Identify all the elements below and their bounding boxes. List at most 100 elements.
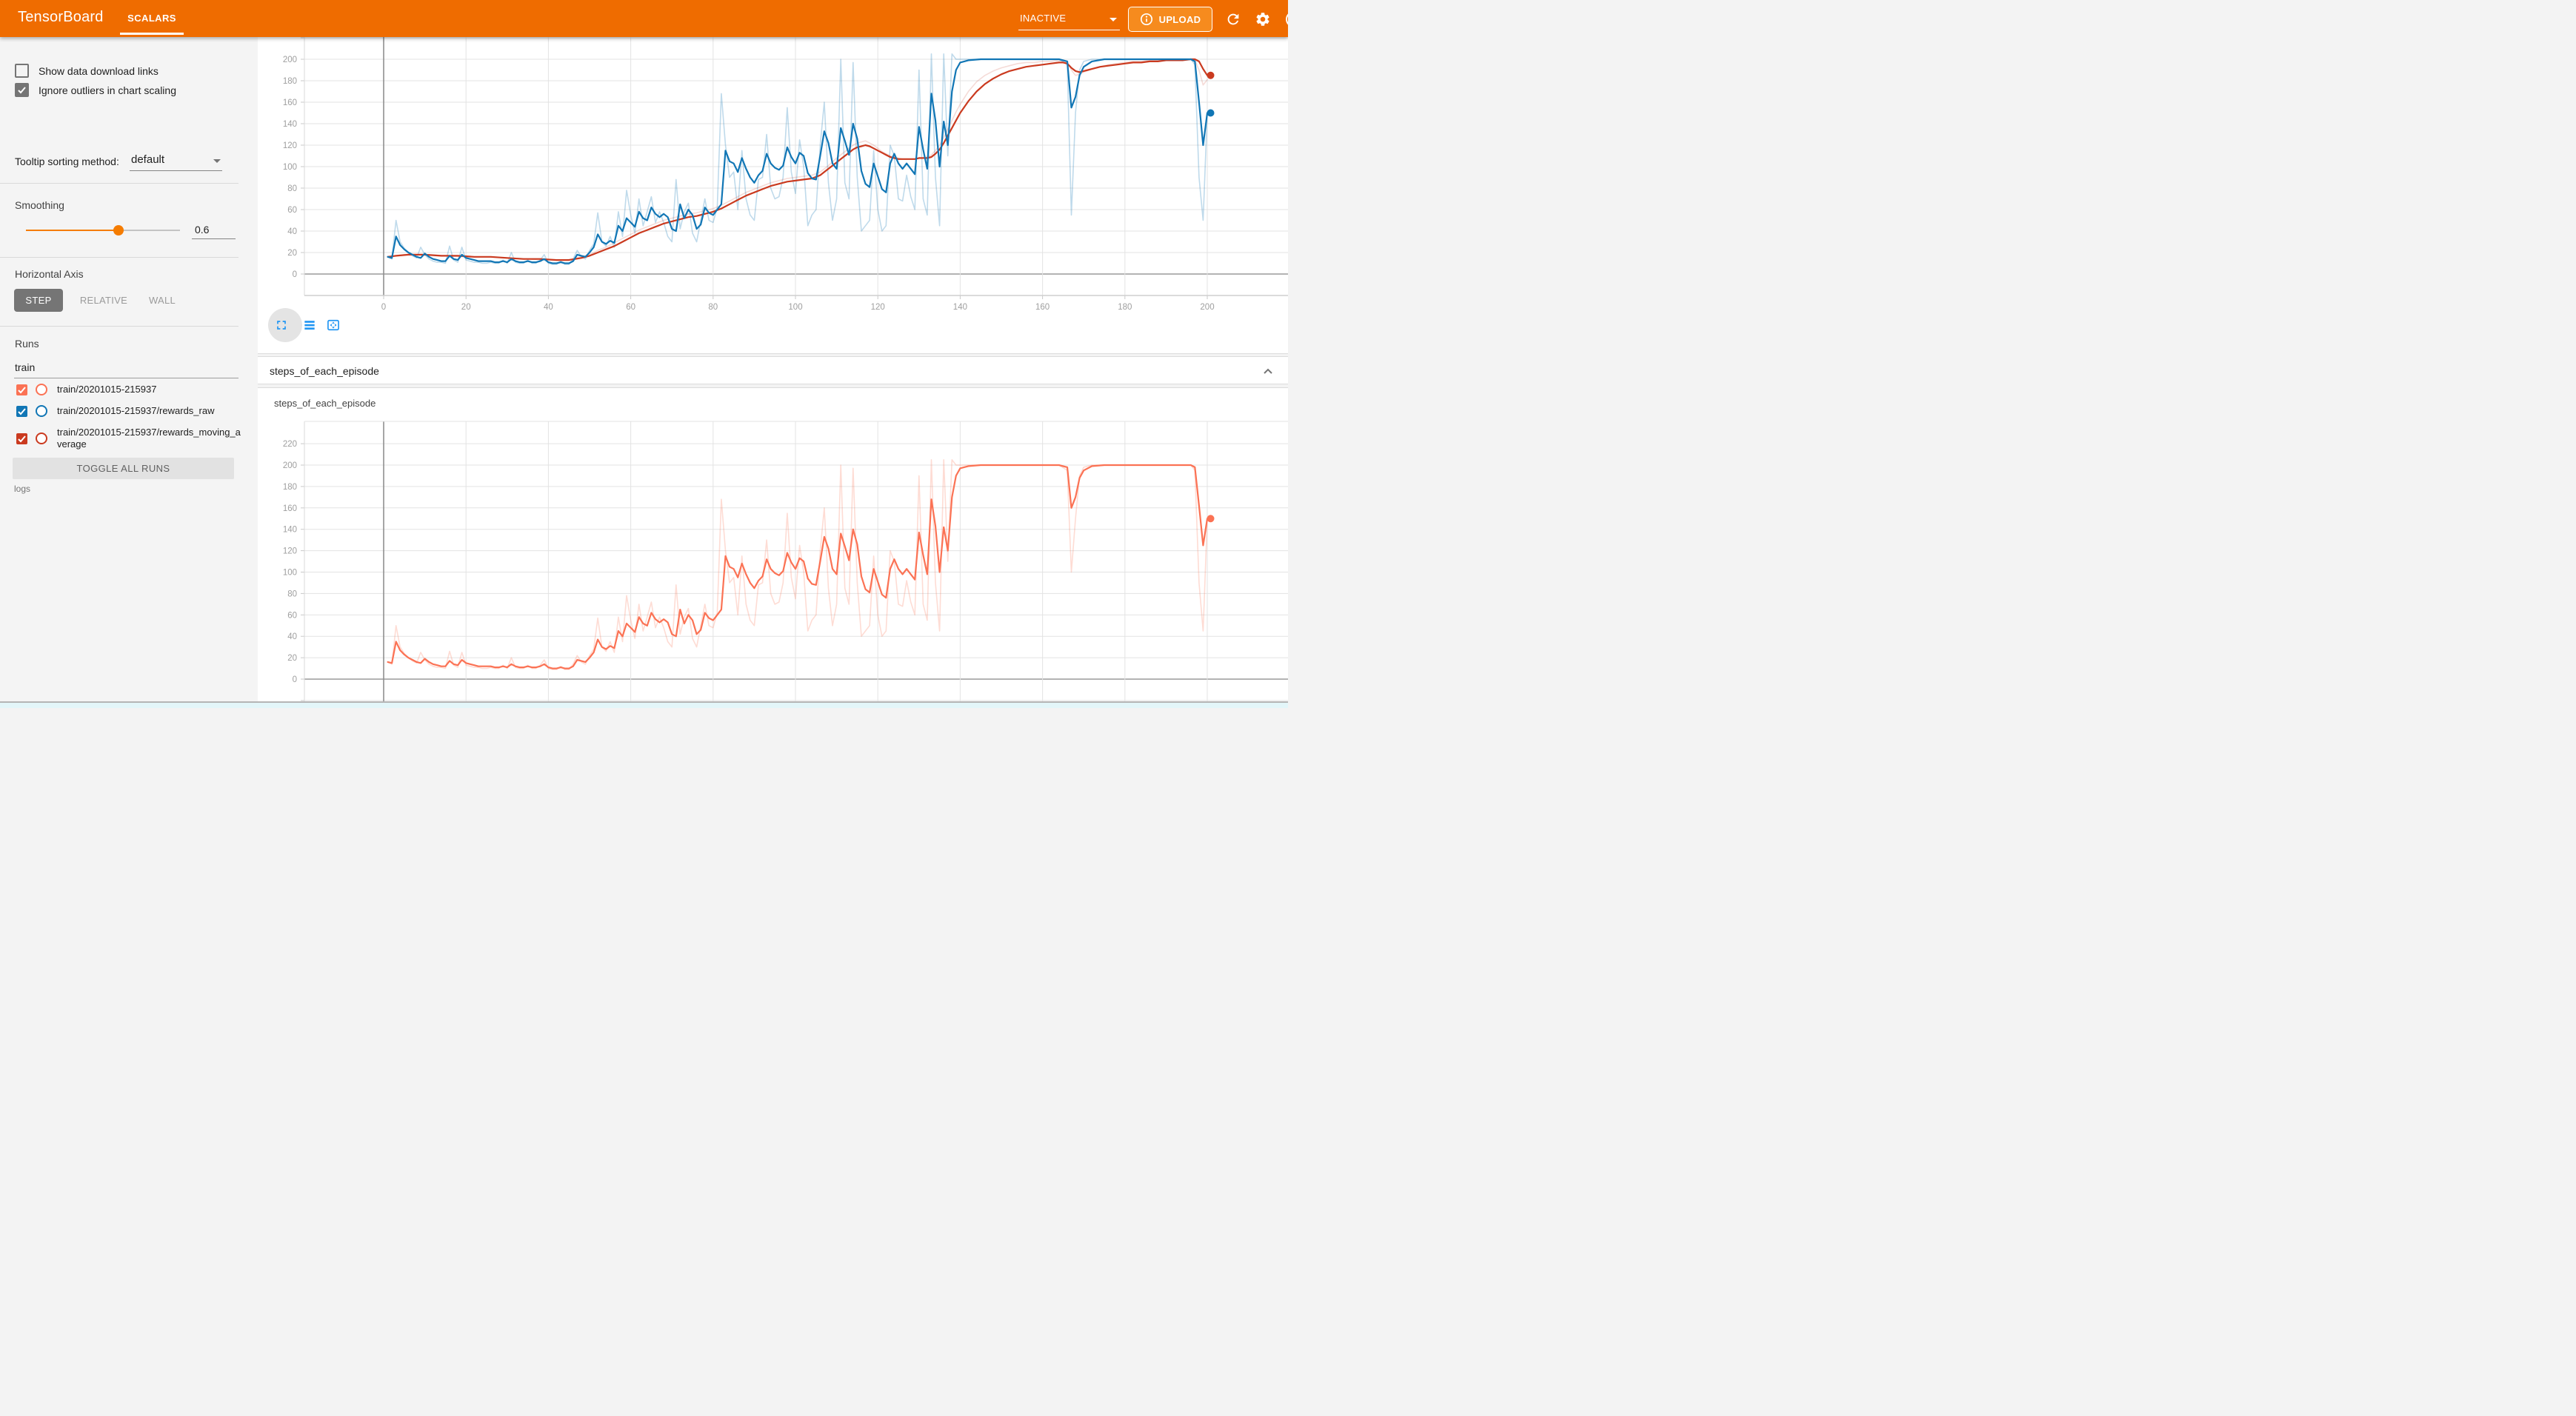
- axis-button-step[interactable]: STEP: [14, 289, 63, 312]
- section-header-card[interactable]: steps_of_each_episode: [258, 356, 1288, 384]
- checkbox-ignore-outliers[interactable]: Ignore outliers in chart scaling: [15, 83, 176, 97]
- runs-filter-input[interactable]: train: [14, 357, 238, 378]
- svg-text:140: 140: [953, 303, 967, 312]
- section-title: steps_of_each_episode: [270, 365, 379, 377]
- smoothing-slider[interactable]: [26, 225, 180, 236]
- svg-text:120: 120: [871, 303, 885, 312]
- run-color-radio[interactable]: [36, 405, 47, 417]
- run-item[interactable]: train/20201015-215937/rewards_moving_ave…: [16, 427, 253, 450]
- svg-text:80: 80: [708, 303, 718, 312]
- svg-text:20: 20: [287, 654, 297, 663]
- tensorboard-app: TensorBoard SCALARS INACTIVE UPLOAD: [0, 0, 1288, 708]
- svg-text:100: 100: [283, 569, 297, 578]
- svg-text:200: 200: [283, 56, 297, 64]
- axis-button-wall[interactable]: WALL: [140, 289, 184, 312]
- run-item[interactable]: train/20201015-215937/rewards_raw: [16, 405, 253, 417]
- run-checkbox[interactable]: [16, 384, 27, 395]
- chevron-down-icon: [1110, 18, 1117, 21]
- settings-icon[interactable]: [1255, 11, 1271, 27]
- svg-text:100: 100: [788, 303, 802, 312]
- sidebar: Show data download links Ignore outliers…: [0, 37, 258, 701]
- svg-text:140: 140: [283, 526, 297, 535]
- checkbox-box[interactable]: [15, 83, 29, 97]
- svg-text:120: 120: [283, 547, 297, 556]
- horizontal-axis-label: Horizontal Axis: [15, 268, 84, 280]
- tooltip-sorting-value: default: [131, 153, 164, 166]
- svg-text:160: 160: [283, 504, 297, 513]
- tooltip-sorting-row: Tooltip sorting method: default: [15, 153, 244, 171]
- svg-text:120: 120: [283, 141, 297, 150]
- scalar-chart-canvas[interactable]: 020406080100120140160180200220: [258, 388, 1288, 702]
- refresh-icon[interactable]: [1225, 11, 1241, 27]
- svg-text:200: 200: [283, 461, 297, 470]
- svg-text:60: 60: [287, 206, 297, 215]
- svg-text:20: 20: [287, 249, 297, 258]
- divider: [0, 326, 238, 327]
- run-color-radio[interactable]: [36, 384, 47, 395]
- tab-scalars[interactable]: SCALARS: [119, 0, 185, 37]
- svg-text:160: 160: [1035, 303, 1050, 312]
- upload-button-label: UPLOAD: [1159, 14, 1201, 25]
- help-icon[interactable]: [1284, 10, 1288, 29]
- checkbox-show-download-links[interactable]: Show data download links: [15, 64, 159, 78]
- fit-domain-icon[interactable]: [326, 318, 341, 333]
- svg-text:60: 60: [626, 303, 635, 312]
- run-label: train/20201015-215937/rewards_moving_ave…: [57, 427, 244, 450]
- status-dropdown-value: INACTIVE: [1020, 13, 1066, 24]
- checkbox-box[interactable]: [15, 64, 29, 78]
- checkbox-label: Ignore outliers in chart scaling: [39, 84, 176, 96]
- svg-text:160: 160: [283, 98, 297, 107]
- app-title: TensorBoard: [18, 9, 104, 26]
- run-color-radio[interactable]: [36, 433, 47, 444]
- svg-text:200: 200: [1200, 303, 1214, 312]
- smoothing-value-input[interactable]: 0.6: [192, 221, 236, 239]
- tab-scalars-label: SCALARS: [119, 13, 185, 24]
- run-checkbox[interactable]: [16, 406, 27, 417]
- svg-text:100: 100: [283, 163, 297, 172]
- smoothing-label: Smoothing: [15, 199, 64, 211]
- svg-text:0: 0: [293, 675, 297, 684]
- status-dropdown[interactable]: INACTIVE: [1018, 9, 1120, 30]
- svg-text:40: 40: [287, 227, 297, 236]
- svg-text:0: 0: [293, 270, 297, 279]
- info-icon: [1140, 13, 1153, 26]
- axis-button-relative[interactable]: RELATIVE: [73, 289, 134, 312]
- svg-text:180: 180: [283, 77, 297, 86]
- scalar-chart-canvas[interactable]: 0 20 40 60 80 100 120 140 160 180 200 0 20 40 60 80 100 1…: [258, 37, 1288, 354]
- svg-text:80: 80: [287, 184, 297, 193]
- upload-button[interactable]: UPLOAD: [1128, 7, 1212, 32]
- chart-card-steps: steps_of_each_episode 020406080100120140…: [258, 387, 1288, 701]
- runs-filter-value: train: [15, 361, 35, 373]
- svg-text:180: 180: [1118, 303, 1132, 312]
- checkbox-label: Show data download links: [39, 65, 159, 77]
- logs-text: logs: [14, 484, 30, 494]
- app-header: TensorBoard SCALARS INACTIVE UPLOAD: [0, 0, 1288, 37]
- toggle-all-runs-button[interactable]: TOGGLE ALL RUNS: [13, 458, 234, 479]
- tab-active-underline: [120, 33, 184, 35]
- divider: [0, 257, 238, 258]
- slider-fill: [26, 230, 119, 231]
- data-table-icon[interactable]: [302, 318, 317, 333]
- tooltip-sorting-select[interactable]: default: [130, 151, 222, 171]
- svg-text:40: 40: [544, 303, 553, 312]
- slider-thumb[interactable]: [113, 225, 124, 236]
- svg-text:60: 60: [287, 611, 297, 620]
- smoothing-value: 0.6: [195, 224, 209, 236]
- divider: [0, 183, 238, 184]
- expand-icon[interactable]: [274, 318, 289, 333]
- chart-toolbar: [273, 311, 361, 341]
- run-checkbox[interactable]: [16, 433, 27, 444]
- chart-card-rewards: 0 20 40 60 80 100 120 140 160 180 200 0 20 40 60 80 100 1…: [258, 37, 1288, 354]
- chevron-up-icon[interactable]: [1261, 364, 1275, 378]
- svg-text:180: 180: [283, 483, 297, 492]
- svg-text:0: 0: [381, 303, 386, 312]
- svg-text:220: 220: [283, 440, 297, 449]
- run-item[interactable]: train/20201015-215937: [16, 384, 253, 395]
- runs-label: Runs: [15, 338, 39, 350]
- chevron-down-icon: [213, 159, 221, 163]
- tooltip-sorting-label: Tooltip sorting method:: [15, 156, 119, 167]
- svg-text:40: 40: [287, 632, 297, 641]
- svg-text:20: 20: [461, 303, 471, 312]
- run-list: train/20201015-215937 train/20201015-2159…: [16, 384, 253, 460]
- run-label: train/20201015-215937/rewards_raw: [57, 405, 244, 417]
